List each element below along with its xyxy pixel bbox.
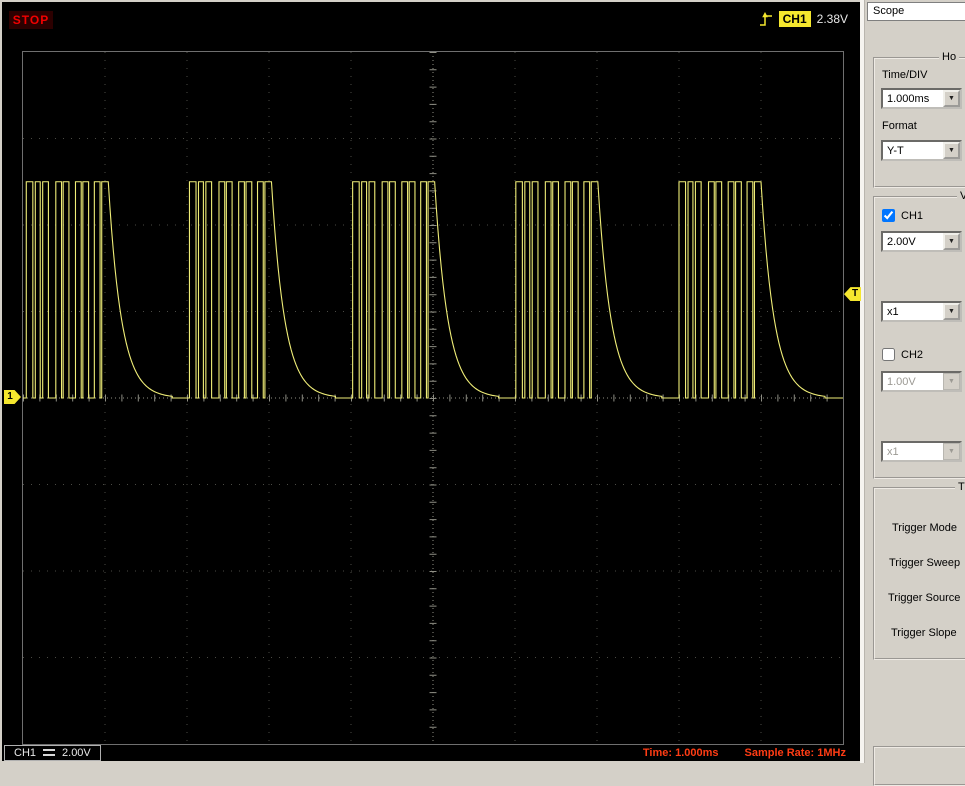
samplerate-readout: Sample Rate: 1MHz	[745, 747, 846, 759]
trigger-slope-label: Trigger Slope	[891, 627, 957, 639]
trigger-level-value: 2.38V	[817, 12, 848, 26]
vertical-group-label: V	[957, 190, 965, 202]
ch2-checkbox-label: CH2	[901, 349, 923, 361]
dc-coupling-icon	[43, 749, 55, 756]
horizontal-group-label: Ho	[939, 51, 959, 63]
trigger-group-label: T	[955, 481, 965, 493]
graticule	[22, 51, 844, 745]
dropdown-arrow-icon[interactable]: ▼	[943, 142, 960, 159]
ch2-scale-select: 1.00V ▼	[881, 371, 962, 392]
ch2-checkbox-input[interactable]	[882, 348, 895, 361]
ch1-enable-checkbox[interactable]: CH1	[882, 209, 923, 222]
dropdown-arrow-icon[interactable]: ▼	[943, 90, 960, 107]
panel-title: Scope	[867, 2, 965, 21]
trigger-readout: CH1 2.38V	[759, 10, 848, 28]
timediv-select[interactable]: 1.000ms ▼	[881, 88, 962, 109]
ch1-probe-value: x1	[883, 306, 943, 318]
waveform-plot	[23, 52, 843, 744]
ch1-scale-value: 2.00V	[883, 236, 943, 248]
status-bar: CH1 2.00V Time: 1.000ms Sample Rate: 1MH…	[2, 744, 860, 761]
timebase-readout: Time: 1.000ms	[643, 747, 719, 759]
dropdown-arrow-icon[interactable]: ▼	[943, 233, 960, 250]
dropdown-arrow-icon: ▼	[943, 443, 960, 460]
trigger-sweep-label: Trigger Sweep	[889, 557, 960, 569]
ch1-label: CH1	[14, 747, 36, 759]
dropdown-arrow-icon[interactable]: ▼	[943, 303, 960, 320]
ch2-enable-checkbox[interactable]: CH2	[882, 348, 923, 361]
ch2-probe-select: x1 ▼	[881, 441, 962, 462]
ch2-scale-value: 1.00V	[883, 376, 943, 388]
ch1-ground-marker[interactable]: 1	[4, 390, 21, 404]
ch1-checkbox-input[interactable]	[882, 209, 895, 222]
trigger-mode-label: Trigger Mode	[892, 522, 957, 534]
trigger-channel-badge: CH1	[779, 11, 811, 27]
timediv-value: 1.000ms	[883, 93, 943, 105]
format-label: Format	[882, 120, 917, 132]
ch2-probe-value: x1	[883, 446, 943, 458]
ch1-scale-value: 2.00V	[62, 747, 91, 759]
dropdown-arrow-icon: ▼	[943, 373, 960, 390]
ch1-checkbox-label: CH1	[901, 210, 923, 222]
ch1-scale-select[interactable]: 2.00V ▼	[881, 231, 962, 252]
acquisition-status: STOP	[9, 11, 53, 29]
format-value: Y-T	[883, 145, 943, 157]
ch1-scale-readout: CH1 2.00V	[4, 745, 101, 761]
timebase-readouts: Time: 1.000ms Sample Rate: 1MHz	[643, 747, 846, 759]
ch1-probe-select[interactable]: x1 ▼	[881, 301, 962, 322]
trigger-level-marker[interactable]: T	[844, 287, 861, 301]
trigger-source-label: Trigger Source	[888, 592, 960, 604]
trigger-slope-icon	[759, 11, 773, 28]
format-select[interactable]: Y-T ▼	[881, 140, 962, 161]
scope-display-window: STOP CH1 2.38V 1 T CH1 2.00V Time: 1.000…	[2, 2, 860, 761]
control-panel: Scope Ho Time/DIV 1.000ms ▼ Format Y-T ▼…	[865, 0, 965, 763]
bottom-group-partial	[873, 746, 965, 786]
timediv-label: Time/DIV	[882, 69, 927, 81]
